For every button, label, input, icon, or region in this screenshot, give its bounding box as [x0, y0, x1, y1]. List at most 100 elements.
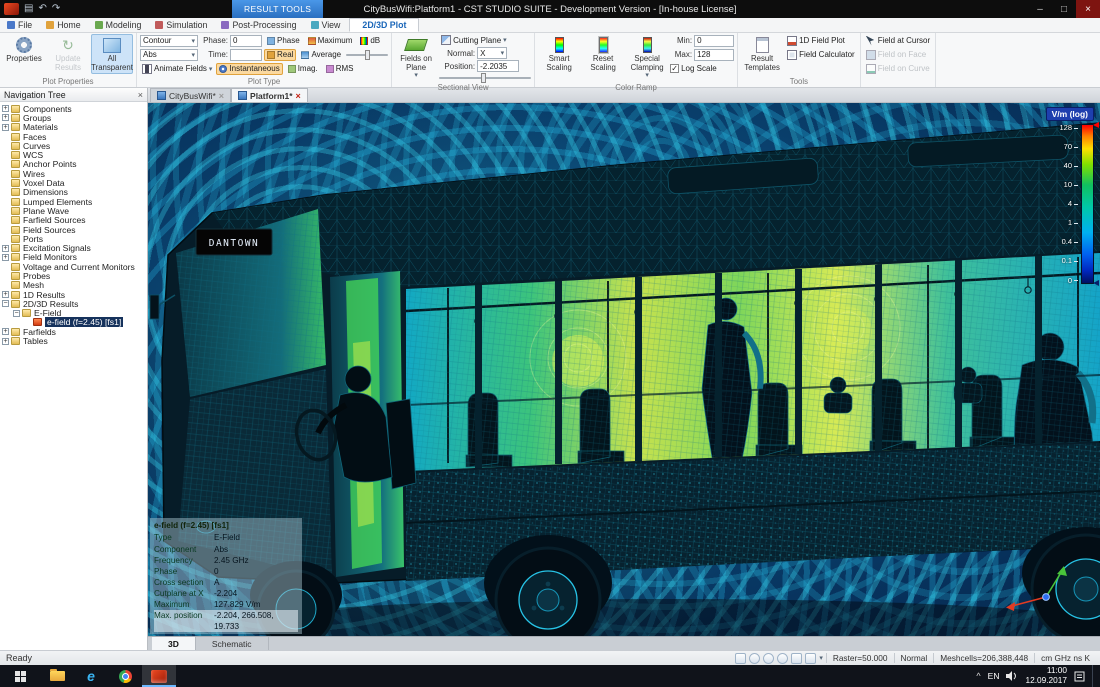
- min-value-input[interactable]: 0: [694, 34, 735, 47]
- properties-button[interactable]: Properties: [3, 34, 45, 66]
- tree-item[interactable]: + Groups: [0, 113, 147, 123]
- cutting-plane-button[interactable]: Cutting Plane ▾: [439, 34, 509, 46]
- normal-axis-dropdown[interactable]: X ▾: [477, 47, 508, 59]
- tree-item[interactable]: Probes: [0, 271, 147, 281]
- tree-item[interactable]: + Components: [0, 104, 147, 114]
- tree-expander-icon[interactable]: +: [2, 291, 9, 299]
- select-tool-icon[interactable]: [735, 652, 747, 664]
- tree-item[interactable]: e-field (f=2.45) [fs1]: [0, 317, 147, 328]
- tree-item[interactable]: Wires: [0, 169, 147, 179]
- ramp-smoothness-slider[interactable]: [346, 49, 389, 60]
- plane-position-slider[interactable]: [439, 72, 532, 83]
- phase-input[interactable]: 0: [230, 34, 262, 47]
- tree-item[interactable]: − 2D/3D Results: [0, 299, 147, 309]
- tab-3d[interactable]: 3D: [152, 637, 196, 650]
- tab-2d3d-plot[interactable]: 2D/3D Plot: [349, 18, 420, 32]
- pan-tool-icon[interactable]: [749, 652, 761, 664]
- tree-item[interactable]: + Field Monitors: [0, 252, 147, 262]
- tree-item[interactable]: Faces: [0, 132, 147, 142]
- tree-item[interactable]: + 1D Results: [0, 290, 147, 300]
- zoom-in-icon[interactable]: [763, 652, 775, 664]
- tree-item[interactable]: Lumped Elements: [0, 197, 147, 207]
- update-results-button[interactable]: ↻ Update Results: [47, 34, 89, 74]
- tree-expander-icon[interactable]: +: [2, 253, 9, 261]
- field-on-face-button[interactable]: Field on Face: [864, 49, 928, 61]
- close-icon[interactable]: ×: [1076, 0, 1100, 18]
- field-on-curve-button[interactable]: Field on Curve: [864, 63, 932, 75]
- 1d-field-plot-button[interactable]: 1D Field Plot: [785, 35, 847, 47]
- component-dropdown[interactable]: Abs ▾: [140, 48, 198, 61]
- tree-item[interactable]: − E-Field: [0, 308, 147, 318]
- zoom-extents-icon[interactable]: [791, 652, 803, 664]
- max-value-input[interactable]: 128: [694, 48, 735, 61]
- time-input[interactable]: [230, 48, 262, 61]
- animate-fields-button[interactable]: Animate Fields ▾: [140, 63, 214, 75]
- contour-dropdown[interactable]: Contour ▾: [140, 34, 198, 47]
- chevron-down-icon[interactable]: ▾: [819, 654, 823, 662]
- tree-expander-icon[interactable]: +: [2, 328, 9, 336]
- result-templates-button[interactable]: Result Templates: [741, 34, 783, 74]
- save-icon[interactable]: ▤: [24, 4, 33, 14]
- 3d-viewport[interactable]: DANTOWN V/m (log) 128 70 40 10 4 1 0.4 0…: [148, 103, 1100, 636]
- menu-item[interactable]: Home: [39, 18, 87, 32]
- minimize-icon[interactable]: –: [1028, 0, 1052, 18]
- plane-position-input[interactable]: -2.2035: [477, 60, 520, 72]
- result-tools-context-tab[interactable]: RESULT TOOLS: [232, 0, 324, 18]
- tab-close-icon[interactable]: ×: [219, 91, 224, 101]
- language-indicator[interactable]: EN: [988, 671, 1000, 681]
- menu-item[interactable]: View: [304, 18, 348, 32]
- all-transparent-button[interactable]: All Transparent: [91, 34, 133, 75]
- zoom-out-icon[interactable]: [777, 652, 789, 664]
- tree-item[interactable]: + Materials: [0, 122, 147, 132]
- toggle-maximum[interactable]: Maximum: [305, 35, 356, 47]
- doc-tab-citybuswifi[interactable]: CityBusWifi* ×: [150, 88, 232, 102]
- fields-on-plane-button[interactable]: Fields on Plane ▾: [395, 34, 437, 82]
- tab-close-icon[interactable]: ×: [296, 91, 301, 101]
- taskbar-file-explorer[interactable]: [40, 665, 74, 687]
- toggle-rms[interactable]: RMS: [323, 63, 357, 75]
- menu-item[interactable]: Post-Processing: [214, 18, 303, 32]
- tree-expander-icon[interactable]: +: [2, 244, 9, 252]
- undo-icon[interactable]: ↶: [38, 4, 46, 14]
- toggle-instantaneous[interactable]: Instantaneous: [216, 62, 283, 75]
- tree-item[interactable]: Plane Wave: [0, 206, 147, 216]
- taskbar-chrome[interactable]: [108, 665, 142, 687]
- reset-scaling-button[interactable]: Reset Scaling: [582, 34, 624, 74]
- tree-expander-icon[interactable]: +: [2, 114, 9, 122]
- view-options-icon[interactable]: [805, 652, 817, 664]
- tree-expander-icon[interactable]: −: [13, 309, 20, 317]
- menu-item[interactable]: Simulation: [148, 18, 214, 32]
- tab-schematic[interactable]: Schematic: [196, 637, 269, 650]
- tree-item[interactable]: Curves: [0, 141, 147, 151]
- tree-item[interactable]: Ports: [0, 234, 147, 244]
- toggle-db[interactable]: dB: [357, 35, 383, 47]
- maximize-icon[interactable]: □: [1052, 0, 1076, 18]
- field-at-cursor-button[interactable]: Field at Cursor: [864, 35, 932, 47]
- tray-expand-icon[interactable]: ^: [976, 671, 980, 681]
- field-calculator-button[interactable]: Field Calculator: [785, 49, 857, 61]
- redo-icon[interactable]: ↷: [52, 4, 60, 14]
- taskbar-cst-studio[interactable]: [142, 665, 176, 687]
- tree-item[interactable]: Field Sources: [0, 225, 147, 235]
- doc-tab-platform1[interactable]: Platform1* ×: [231, 88, 308, 102]
- tree-expander-icon[interactable]: −: [2, 300, 9, 308]
- volume-icon[interactable]: [1006, 671, 1018, 681]
- tree-item[interactable]: Mesh: [0, 280, 147, 290]
- tree-expander-icon[interactable]: +: [2, 123, 9, 131]
- taskbar-internet-explorer[interactable]: e: [74, 665, 108, 687]
- notification-icon[interactable]: [1074, 671, 1085, 682]
- tree-item[interactable]: Dimensions: [0, 187, 147, 197]
- special-clamping-button[interactable]: Special Clamping ▾: [626, 34, 668, 82]
- tree-item[interactable]: Voxel Data: [0, 178, 147, 188]
- toggle-real[interactable]: Real: [264, 48, 297, 61]
- tree-expander-icon[interactable]: +: [2, 337, 9, 345]
- tree-item[interactable]: Farfield Sources: [0, 215, 147, 225]
- log-scale-checkbox[interactable]: ✓: [670, 64, 680, 73]
- panel-close-icon[interactable]: ×: [138, 90, 143, 100]
- tree-item[interactable]: WCS: [0, 150, 147, 160]
- start-button[interactable]: [0, 665, 40, 687]
- tree-item[interactable]: + Excitation Signals: [0, 243, 147, 253]
- toggle-average[interactable]: Average: [298, 49, 344, 61]
- show-desktop-button[interactable]: [1092, 665, 1096, 687]
- toggle-phase[interactable]: Phase: [264, 35, 303, 47]
